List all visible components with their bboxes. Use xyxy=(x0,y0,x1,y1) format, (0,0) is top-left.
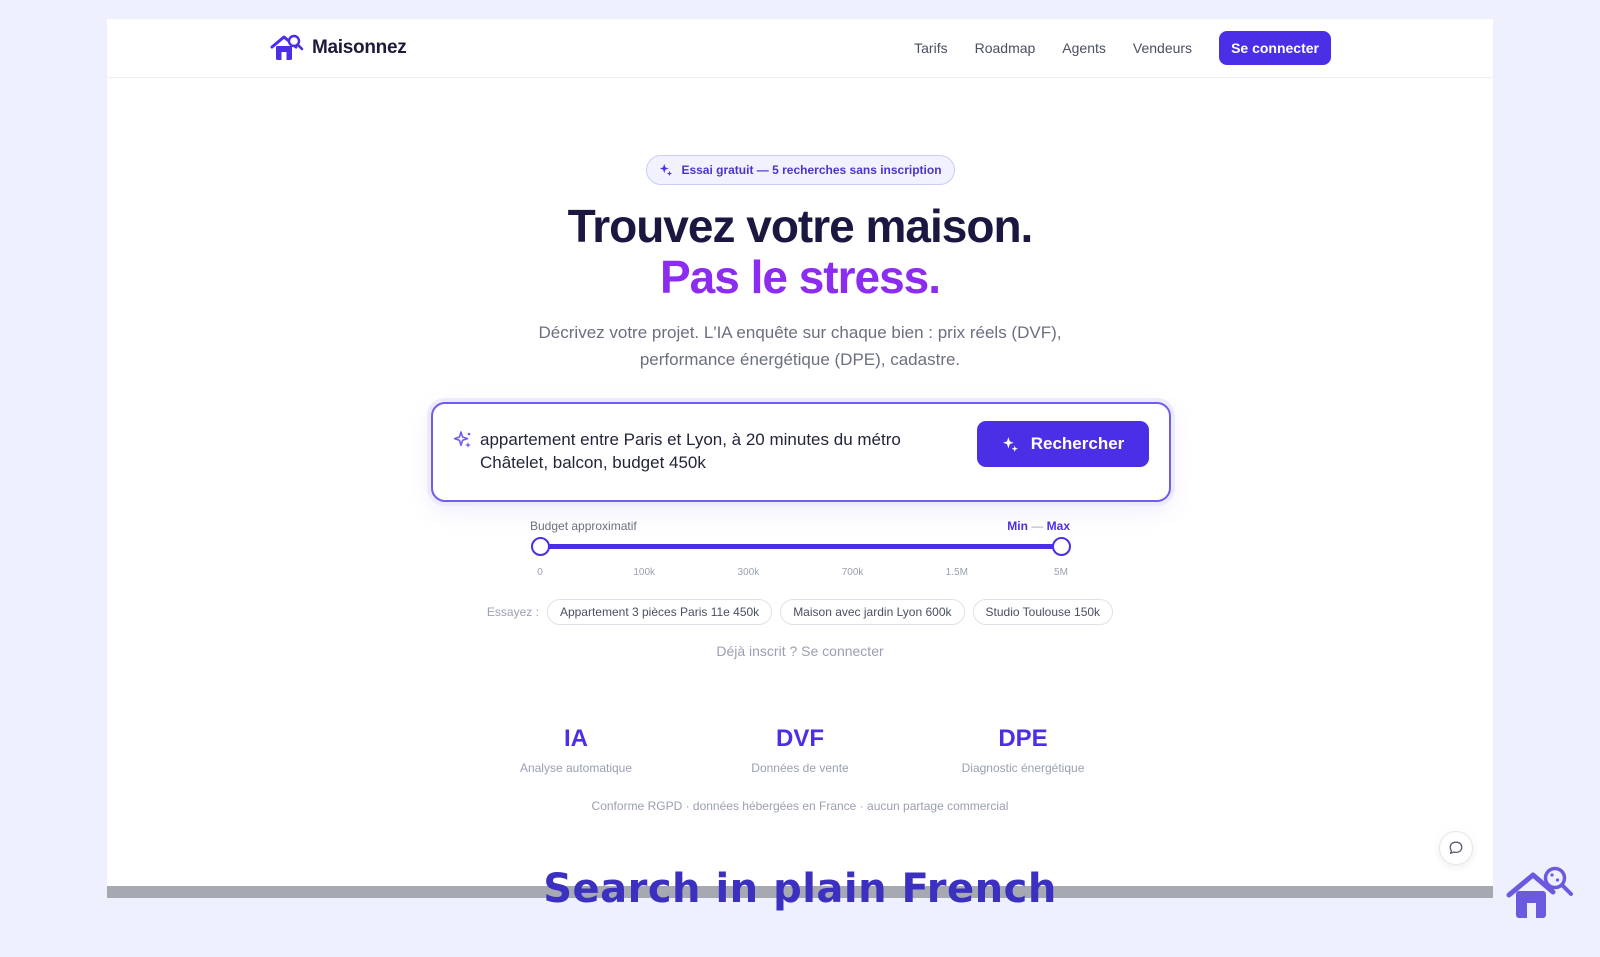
budget-ticks: 0 100k 300k 700k 1.5M 5M xyxy=(532,567,1069,581)
nav-link-tarifs[interactable]: Tarifs xyxy=(914,31,947,65)
chat-bubble-icon xyxy=(1449,841,1463,855)
sparkle-icon xyxy=(660,163,673,177)
browser-page: Maisonnez Tarifs Roadmap Agents Vendeurs… xyxy=(107,19,1493,886)
search-button-label: Rechercher xyxy=(1030,434,1125,453)
slider-max-handle[interactable] xyxy=(1052,537,1071,556)
hero-title-main: Trouvez votre maison. xyxy=(567,200,1034,252)
suggestions-label: Essayez : xyxy=(486,605,539,619)
main-nav: Tarifs Roadmap Agents Vendeurs Se connec… xyxy=(914,31,1331,65)
login-button[interactable]: Se connecter xyxy=(1219,31,1331,65)
budget-range-label: Min — Max xyxy=(1007,519,1070,533)
stat-label: Diagnostic énergétique xyxy=(961,761,1085,775)
gdpr-footnote: Conforme RGPD · données hébergées en Fra… xyxy=(591,799,1009,813)
house-search-logo-icon xyxy=(270,34,304,60)
budget-range-separator: — xyxy=(1031,519,1044,533)
search-box[interactable]: appartement entre Paris et Lyon, à 20 mi… xyxy=(431,402,1171,502)
budget-slider[interactable] xyxy=(531,533,1071,559)
search-input[interactable]: appartement entre Paris et Lyon, à 20 mi… xyxy=(480,428,950,474)
stat-value: DPE xyxy=(998,725,1048,752)
hero-subtitle: Décrivez votre projet. L'IA enquête sur … xyxy=(538,323,1062,369)
stat-value: DVF xyxy=(776,725,824,752)
slider-fill xyxy=(540,544,1061,549)
budget-tick-label: 300k xyxy=(737,567,760,578)
suggestion-chip[interactable]: Appartement 3 pièces Paris 11e 450k xyxy=(546,599,773,625)
suggestion-chip[interactable]: Studio Toulouse 150k xyxy=(972,599,1114,625)
feature-stats: IA Analyse automatique DVF Données de ve… xyxy=(107,725,1493,785)
chat-button[interactable] xyxy=(1439,831,1473,865)
budget-tick-label: 1.5M xyxy=(945,567,968,578)
brand[interactable]: Maisonnez xyxy=(270,33,407,63)
sparkle-icon xyxy=(1002,436,1018,452)
stat-ia: IA Analyse automatique xyxy=(476,725,676,775)
nav-link-agents[interactable]: Agents xyxy=(1062,31,1106,65)
free-trial-badge: Essai gratuit — 5 recherches sans inscri… xyxy=(646,155,955,185)
hero-title-accent: Pas le stress. xyxy=(659,251,941,303)
nav-link-roadmap[interactable]: Roadmap xyxy=(975,31,1036,65)
suggestions-row: Essayez : Appartement 3 pièces Paris 11e… xyxy=(107,599,1493,625)
already-registered-link[interactable]: Déjà inscrit ? Se connecter xyxy=(107,643,1493,659)
budget-tick-label: 5M xyxy=(1054,567,1068,578)
search-button[interactable]: Rechercher xyxy=(977,421,1149,467)
brand-name: Maisonnez xyxy=(312,37,407,58)
suggestion-chip[interactable]: Maison avec jardin Lyon 600k xyxy=(780,599,965,625)
hero-title: Trouvez votre maison. Pas le stress. xyxy=(107,201,1493,303)
budget-tick-label: 700k xyxy=(841,567,864,578)
slider-min-handle[interactable] xyxy=(531,537,550,556)
budget-max-label: Max xyxy=(1046,519,1070,533)
budget-label: Budget approximatif xyxy=(530,519,637,533)
free-trial-text: Essai gratuit — 5 recherches sans inscri… xyxy=(681,163,942,177)
stat-dpe: DPE Diagnostic énergétique xyxy=(923,725,1123,775)
budget-tick-label: 0 xyxy=(537,567,543,578)
top-navigation: Maisonnez Tarifs Roadmap Agents Vendeurs… xyxy=(107,19,1493,78)
budget-tick-label: 100k xyxy=(633,567,656,578)
stat-dvf: DVF Données de vente xyxy=(700,725,900,775)
stat-value: IA xyxy=(564,725,588,752)
sparkle-icon xyxy=(453,431,471,448)
stat-label: Analyse automatique xyxy=(519,761,633,775)
house-search-logo-icon xyxy=(1506,866,1573,918)
budget-min-label: Min xyxy=(1007,519,1028,533)
slide-caption: Search in plain French xyxy=(543,866,1057,912)
stat-label: Données de vente xyxy=(751,761,849,775)
nav-link-vendeurs[interactable]: Vendeurs xyxy=(1133,31,1192,65)
